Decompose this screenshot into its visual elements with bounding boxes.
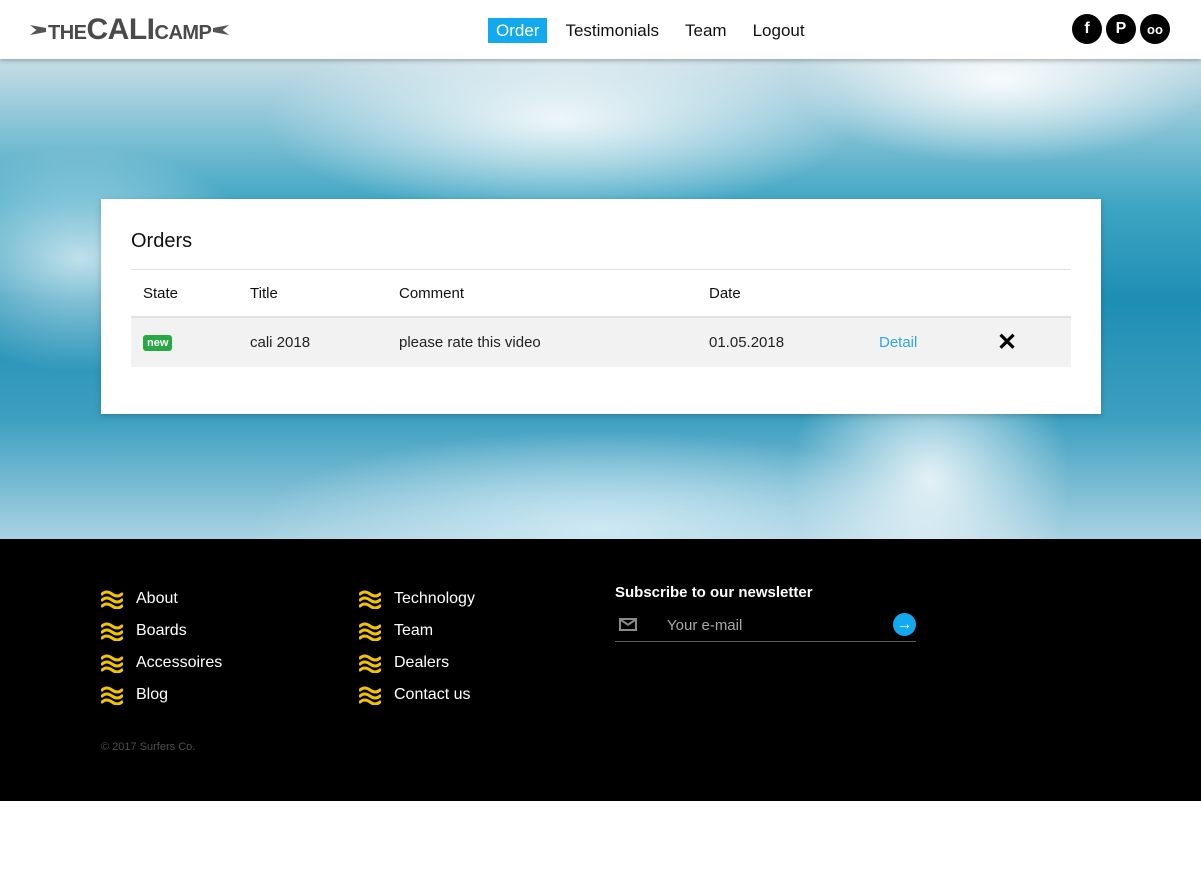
- site-logo[interactable]: THE CALI CAMP: [30, 12, 229, 48]
- mail-icon: [619, 618, 637, 631]
- site-footer: About Boards Accessoires Blog Technology…: [0, 539, 1201, 801]
- delete-icon[interactable]: ✕: [997, 330, 1017, 354]
- table-header: State Title Comment Date: [131, 269, 1071, 318]
- footer-link-label: Boards: [136, 622, 187, 639]
- footer-link-dealers[interactable]: Dealers: [359, 647, 475, 679]
- nav-testimonials[interactable]: Testimonials: [557, 18, 667, 43]
- wave-icon: [359, 621, 381, 641]
- header-comment: Comment: [399, 284, 465, 302]
- newsletter-title: Subscribe to our newsletter: [615, 584, 813, 601]
- tripadvisor-icon[interactable]: oo: [1140, 14, 1170, 44]
- row-delete: ✕: [997, 318, 1017, 367]
- logo-text: THE CALI CAMP: [48, 13, 212, 46]
- footer-link-label: Blog: [136, 686, 169, 703]
- nav-order[interactable]: Order: [488, 18, 548, 43]
- footer-link-blog[interactable]: Blog: [101, 679, 222, 711]
- footer-link-accessoires[interactable]: Accessoires: [101, 647, 222, 679]
- footer-links-col1: About Boards Accessoires Blog: [101, 583, 222, 711]
- footer-link-label: Dealers: [394, 654, 450, 671]
- logo-flag-right-icon: [213, 25, 229, 35]
- pinterest-icon[interactable]: P: [1106, 14, 1136, 44]
- footer-link-about[interactable]: About: [101, 583, 222, 615]
- detail-link[interactable]: Detail: [879, 334, 917, 351]
- footer-link-label: Team: [394, 622, 434, 639]
- wave-icon: [101, 589, 123, 609]
- logo-flag-left-icon: [30, 25, 46, 35]
- social-links: f P oo: [1072, 14, 1170, 44]
- facebook-icon[interactable]: f: [1072, 14, 1102, 44]
- footer-link-boards[interactable]: Boards: [101, 615, 222, 647]
- wave-icon: [101, 653, 123, 673]
- row-detail: Detail: [879, 318, 917, 367]
- wave-icon: [359, 685, 381, 705]
- orders-title: Orders: [131, 230, 193, 252]
- status-badge: new: [143, 334, 173, 351]
- orders-table: State Title Comment Date new cali 2018 p…: [131, 269, 1071, 367]
- footer-links-col2: Technology Team Dealers Contact us: [359, 583, 475, 711]
- orders-card: Orders State Title Comment Date new cali…: [101, 199, 1101, 414]
- nav-logout[interactable]: Logout: [745, 18, 813, 43]
- footer-link-label: About: [136, 590, 178, 607]
- wave-icon: [101, 685, 123, 705]
- row-comment: please rate this video: [399, 334, 541, 351]
- wave-icon: [359, 653, 381, 673]
- footer-link-label: Technology: [394, 590, 475, 607]
- footer-link-label: Accessoires: [136, 654, 223, 671]
- site-header: THE CALI CAMP Order Testimonials Team Lo…: [0, 0, 1201, 59]
- row-state: new: [143, 318, 173, 367]
- newsletter-row: →: [615, 613, 916, 642]
- header-date: Date: [709, 284, 741, 302]
- wave-icon: [359, 589, 381, 609]
- header-state: State: [143, 284, 179, 302]
- table-row: new cali 2018 please rate this video 01.…: [131, 318, 1071, 367]
- newsletter-form: Subscribe to our newsletter →: [615, 584, 916, 642]
- copyright-text: © 2017 Surfers Co.: [101, 741, 196, 753]
- wave-icon: [101, 621, 123, 641]
- nav-team[interactable]: Team: [677, 18, 735, 43]
- main-nav: Order Testimonials Team Logout: [488, 18, 823, 43]
- email-input[interactable]: [667, 613, 867, 637]
- row-date: 01.05.2018: [709, 334, 785, 351]
- footer-link-label: Contact us: [394, 686, 471, 703]
- footer-link-team[interactable]: Team: [359, 615, 475, 647]
- footer-link-technology[interactable]: Technology: [359, 583, 475, 615]
- row-title: cali 2018: [250, 334, 311, 351]
- header-title: Title: [250, 284, 278, 302]
- footer-link-contact[interactable]: Contact us: [359, 679, 475, 711]
- subscribe-button[interactable]: →: [893, 613, 916, 636]
